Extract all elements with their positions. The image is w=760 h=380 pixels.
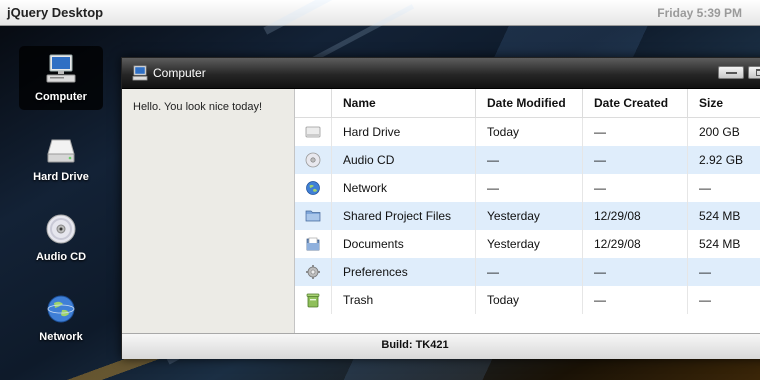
preferences-icon bbox=[306, 265, 320, 279]
row-name: Hard Drive bbox=[331, 117, 476, 146]
row-date-modified: — bbox=[475, 258, 583, 286]
desktop-icon-audio-cd[interactable]: Audio CD bbox=[19, 206, 103, 270]
computer-icon bbox=[132, 65, 148, 81]
maximize-icon bbox=[756, 69, 760, 76]
row-name: Documents bbox=[331, 230, 476, 258]
table-row[interactable]: Network — — — bbox=[295, 174, 760, 202]
table-header-row: Name Date Modified Date Created Size bbox=[295, 89, 760, 118]
row-date-modified: Today bbox=[475, 117, 583, 146]
desktop-icon-label: Hard Drive bbox=[33, 171, 89, 183]
table-row[interactable]: Documents Yesterday 12/29/08 524 MB bbox=[295, 230, 760, 258]
column-header-name[interactable]: Name bbox=[331, 89, 476, 118]
desktop-icon-network[interactable]: Network bbox=[19, 286, 103, 350]
column-header-size[interactable]: Size bbox=[687, 89, 760, 118]
audio-cd-icon bbox=[46, 214, 76, 244]
audio-cd-icon bbox=[305, 152, 321, 168]
row-date-modified: Yesterday bbox=[475, 230, 583, 258]
row-size: — bbox=[687, 174, 760, 202]
row-date-created: — bbox=[582, 258, 688, 286]
row-date-modified: — bbox=[475, 146, 583, 174]
row-name: Trash bbox=[331, 286, 476, 314]
table-row[interactable]: Audio CD — — 2.92 GB bbox=[295, 146, 760, 174]
desktop-icon-computer[interactable]: Computer bbox=[19, 46, 103, 110]
row-icon-cell bbox=[295, 118, 332, 147]
window-status-bar: Build: TK421 bbox=[122, 333, 760, 359]
hard-drive-icon bbox=[47, 139, 75, 163]
column-header-date-created[interactable]: Date Created bbox=[582, 89, 688, 118]
build-label: Build: TK421 bbox=[381, 339, 449, 351]
table-row[interactable]: Shared Project Files Yesterday 12/29/08 … bbox=[295, 202, 760, 230]
row-date-modified: Yesterday bbox=[475, 202, 583, 230]
network-icon bbox=[306, 181, 320, 195]
row-name: Shared Project Files bbox=[331, 202, 476, 230]
row-date-created: — bbox=[582, 286, 688, 314]
row-date-created: — bbox=[582, 117, 688, 146]
documents-icon bbox=[306, 237, 320, 251]
row-size: — bbox=[687, 258, 760, 286]
greeting-message: Hello. You look nice today! bbox=[133, 101, 263, 113]
minimize-button[interactable] bbox=[718, 66, 744, 79]
clock: Friday 5:39 PM bbox=[657, 6, 742, 20]
file-table: Name Date Modified Date Created Size Har… bbox=[295, 89, 760, 314]
minimize-icon bbox=[726, 72, 737, 74]
table-row[interactable]: Preferences — — — bbox=[295, 258, 760, 286]
row-size: 2.92 GB bbox=[687, 146, 760, 174]
row-size: 524 MB bbox=[687, 230, 760, 258]
row-size: — bbox=[687, 286, 760, 314]
row-icon-cell bbox=[295, 258, 332, 286]
desktop-icon-hard-drive[interactable]: Hard Drive bbox=[19, 126, 103, 190]
row-date-created: — bbox=[582, 146, 688, 174]
row-icon-cell bbox=[295, 146, 332, 174]
maximize-button[interactable] bbox=[748, 66, 760, 79]
desktop-icon-label: Audio CD bbox=[35, 251, 87, 263]
row-icon-cell bbox=[295, 230, 332, 258]
column-header-date-modified[interactable]: Date Modified bbox=[475, 89, 583, 118]
row-name: Audio CD bbox=[331, 146, 476, 174]
window-sidebar: Hello. You look nice today! bbox=[122, 89, 295, 333]
trash-icon bbox=[306, 293, 320, 308]
file-list: Name Date Modified Date Created Size Har… bbox=[295, 89, 760, 333]
row-icon-cell bbox=[295, 174, 332, 202]
page: jQuery Desktop Friday 5:39 PM Computer H… bbox=[0, 0, 760, 380]
row-icon-cell bbox=[295, 202, 332, 230]
table-row[interactable]: Trash Today — — bbox=[295, 286, 760, 314]
icon-column-header bbox=[295, 89, 332, 118]
folder-icon bbox=[305, 210, 321, 222]
row-date-created: — bbox=[582, 174, 688, 202]
row-icon-cell bbox=[295, 286, 332, 314]
window-title-bar[interactable]: Computer bbox=[122, 58, 760, 89]
row-size: 524 MB bbox=[687, 202, 760, 230]
desktop-icon-label: Computer bbox=[35, 91, 87, 103]
desktop-icon-label: Network bbox=[39, 331, 83, 343]
hard-drive-icon bbox=[305, 126, 321, 138]
computer-window: Computer Hello. You look nice today! Nam… bbox=[121, 57, 760, 359]
table-row[interactable]: Hard Drive Today — 200 GB bbox=[295, 117, 760, 147]
row-name: Preferences bbox=[331, 258, 476, 286]
row-name: Network bbox=[331, 174, 476, 202]
network-icon bbox=[47, 295, 75, 323]
window-title: Computer bbox=[153, 66, 206, 80]
app-title: jQuery Desktop bbox=[7, 5, 104, 20]
computer-icon bbox=[46, 54, 76, 83]
row-date-created: 12/29/08 bbox=[582, 230, 688, 258]
row-date-modified: — bbox=[475, 174, 583, 202]
row-date-modified: Today bbox=[475, 286, 583, 314]
row-date-created: 12/29/08 bbox=[582, 202, 688, 230]
row-size: 200 GB bbox=[687, 117, 760, 146]
